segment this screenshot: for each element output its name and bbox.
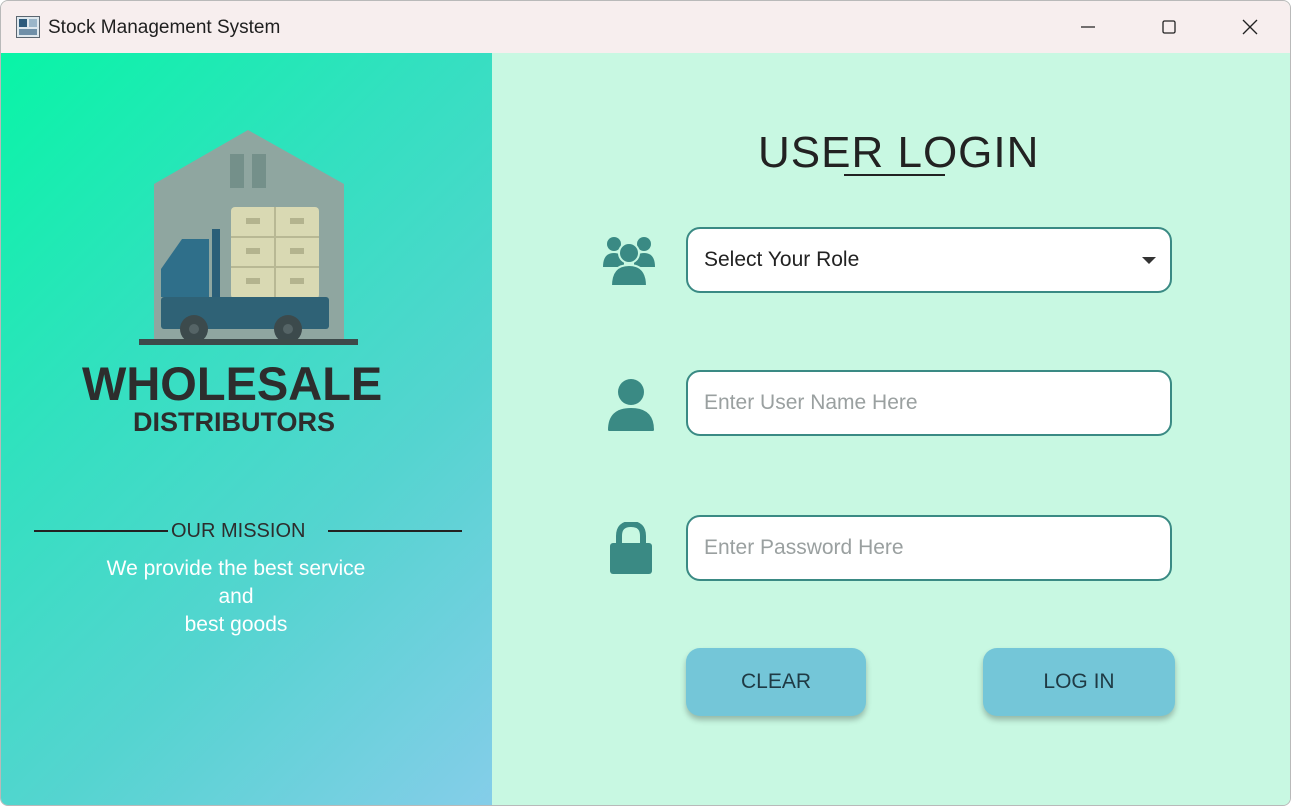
brand-title: WHOLESALE	[82, 357, 383, 410]
mission-line-2: and	[218, 585, 254, 608]
clear-button[interactable]: CLEAR	[686, 648, 866, 716]
maximize-icon	[1162, 20, 1176, 34]
login-window: Stock Management System WHOLESALE DISTRI…	[0, 0, 1291, 806]
password-field[interactable]: Enter Password Here	[686, 515, 1172, 581]
login-button[interactable]: LOG IN	[983, 648, 1175, 716]
title-bar[interactable]: Stock Management System	[1, 1, 1290, 53]
mission-divider-left	[34, 530, 168, 532]
brand-subtitle: DISTRIBUTORS	[133, 407, 336, 437]
minimize-icon	[1081, 26, 1095, 28]
warehouse-truck-illustration	[139, 130, 358, 345]
window-title: Stock Management System	[48, 17, 281, 38]
username-field[interactable]: Enter User Name Here	[686, 370, 1172, 436]
close-icon	[1242, 19, 1258, 35]
mission-divider-right	[328, 530, 462, 532]
role-select-value: Select Your Role	[704, 248, 860, 271]
users-group-icon	[603, 237, 655, 287]
user-icon	[608, 379, 654, 431]
mission-statement: We provide the best service and best goo…	[71, 555, 401, 639]
password-placeholder: Enter Password Here	[704, 536, 904, 559]
app-window-icon	[16, 16, 40, 38]
maximize-button[interactable]	[1129, 1, 1209, 53]
login-title: USER LOGIN	[758, 128, 1040, 177]
role-select[interactable]: Select Your Role	[686, 227, 1172, 293]
title-underline	[844, 174, 945, 176]
mission-line-3: best goods	[184, 613, 288, 636]
minimize-button[interactable]	[1048, 1, 1128, 53]
login-panel: USER LOGIN Select Your Role Enter User N…	[492, 53, 1290, 805]
brand-panel: WHOLESALE DISTRIBUTORS OUR MISSION We pr…	[1, 53, 492, 805]
mission-label: OUR MISSION	[171, 520, 306, 542]
lock-icon	[610, 522, 652, 574]
username-placeholder: Enter User Name Here	[704, 391, 918, 414]
close-button[interactable]	[1210, 1, 1290, 53]
mission-line-1: We provide the best service	[106, 557, 366, 580]
chevron-down-icon[interactable]	[1142, 257, 1156, 264]
